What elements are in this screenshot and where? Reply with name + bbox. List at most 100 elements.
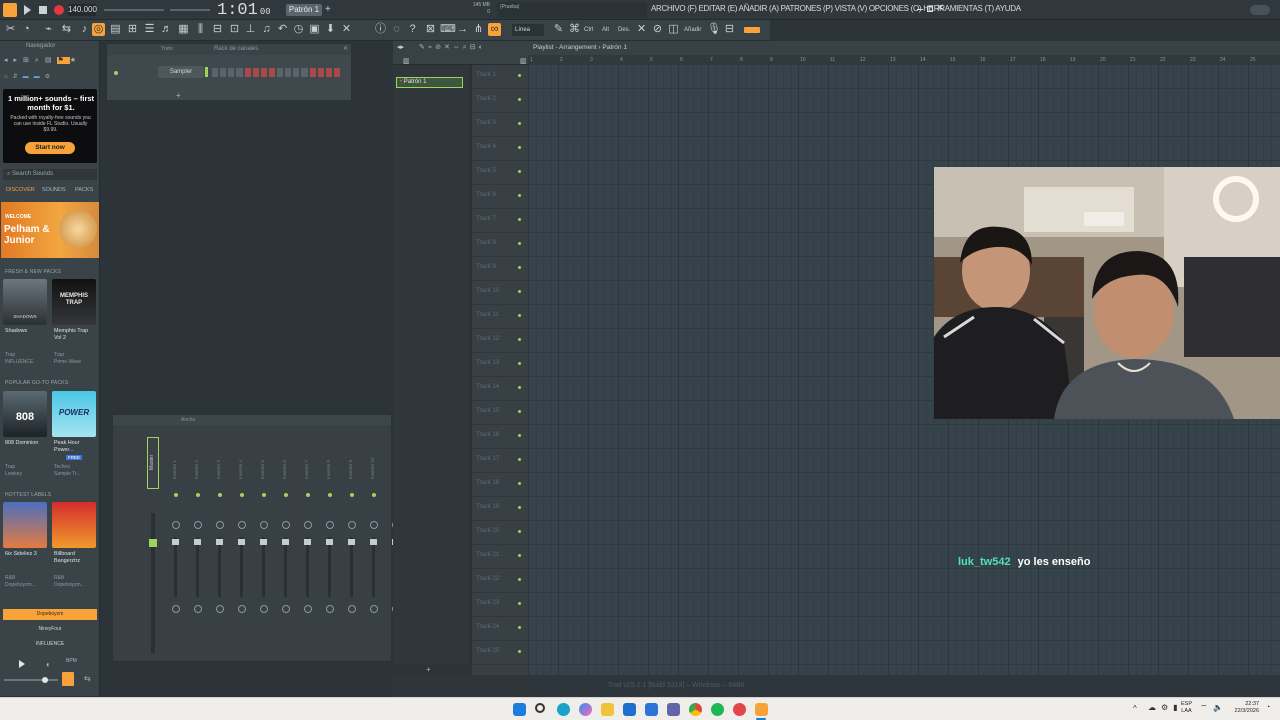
track-mute-led[interactable]: [518, 506, 521, 509]
promo-card[interactable]: 1 million+ sounds – first month for $1. …: [3, 89, 97, 163]
close-button[interactable]: ✕: [936, 3, 944, 14]
label-cover-billboard[interactable]: [52, 502, 96, 548]
track-mute-led[interactable]: [518, 386, 521, 389]
pitch-icon[interactable]: ◌: [390, 23, 403, 36]
alt-label[interactable]: Alt: [602, 27, 609, 33]
track-header[interactable]: Track 10: [472, 281, 528, 305]
track-header[interactable]: Track 1: [472, 65, 528, 89]
track-header[interactable]: Track 7: [472, 209, 528, 233]
insert-led[interactable]: [196, 493, 200, 497]
snap-mode-dropdown[interactable]: Línea: [512, 24, 544, 36]
timeline-ruler[interactable]: 1 2 3 4 5 6 7 8 9 10 11 12 13 14 15 16 17 18 19 20 21 22 23 24 2…: [528, 55, 1280, 65]
minimize-button[interactable]: [917, 9, 923, 10]
track-header[interactable]: Track 21: [472, 545, 528, 569]
mixer-insert-strip[interactable]: Insertar 9: [345, 437, 359, 657]
insert-fader[interactable]: [326, 537, 333, 597]
pattern-item[interactable]: • Patrón 1: [396, 77, 463, 88]
insert-pan-knob[interactable]: [326, 521, 334, 529]
mixer-master-strip[interactable]: Master: [147, 437, 159, 489]
channel-select-indicator[interactable]: [205, 67, 208, 77]
edge-icon[interactable]: [557, 703, 570, 716]
track-mute-led[interactable]: [518, 266, 521, 269]
tab-packs[interactable]: PACKS: [75, 187, 93, 193]
language-indicator[interactable]: ESP LAA: [1181, 701, 1192, 715]
tray-icons[interactable]: ☁⚙▮: [1148, 703, 1183, 712]
track-header[interactable]: Track 18: [472, 473, 528, 497]
insert-fader[interactable]: [348, 537, 355, 597]
insert-volume-knob[interactable]: [326, 605, 334, 613]
file-explorer-icon[interactable]: [601, 703, 614, 716]
mixer-insert-strip[interactable]: Insertar 4: [235, 437, 249, 657]
mixer-insert-strip[interactable]: Insertar 5: [257, 437, 271, 657]
main-menu[interactable]: ARCHIVO (F) EDITAR (E) AÑADIR (A) PATRON…: [651, 4, 1021, 13]
sounds-search-input[interactable]: ⌕ Search Sounds: [3, 169, 97, 180]
track-mute-led[interactable]: [518, 314, 521, 317]
track-mute-led[interactable]: [518, 242, 521, 245]
track-header[interactable]: Track 9: [472, 257, 528, 281]
track-header[interactable]: Track 5: [472, 161, 528, 185]
insert-volume-knob[interactable]: [304, 605, 312, 613]
master-volume-slider[interactable]: [104, 9, 164, 11]
channel-filter[interactable]: Todo: [161, 46, 173, 52]
insert-pan-knob[interactable]: [260, 521, 268, 529]
label-logo-influence[interactable]: INFLUENCE: [3, 641, 97, 647]
accent-toggle-icon[interactable]: ◎: [92, 23, 105, 36]
draw-icon[interactable]: ✎: [552, 23, 565, 36]
track-mute-led[interactable]: [518, 74, 521, 77]
news-icon[interactable]: [1250, 5, 1270, 15]
track-header[interactable]: Track 12: [472, 329, 528, 353]
track-header[interactable]: Track 20: [472, 521, 528, 545]
track-header[interactable]: Track 2: [472, 89, 528, 113]
playlist-icon[interactable]: ☰: [143, 23, 156, 36]
cut-icon[interactable]: ✂: [4, 23, 17, 36]
ctrl-label[interactable]: Ctrl: [584, 27, 593, 33]
mixer-insert-strip[interactable]: Insertar 7: [301, 437, 315, 657]
track-header[interactable]: Track 8: [472, 233, 528, 257]
insert-volume-knob[interactable]: [172, 605, 180, 613]
track-header[interactable]: Track 25: [472, 641, 528, 665]
windows-start-icon[interactable]: [513, 703, 526, 716]
insert-led[interactable]: [350, 493, 354, 497]
paint-icon[interactable]: ⌘: [568, 23, 581, 36]
mixer-insert-strip[interactable]: Insertar 2: [191, 437, 205, 657]
track-mute-led[interactable]: [518, 602, 521, 605]
track-mute-led[interactable]: [518, 530, 521, 533]
track-header[interactable]: Track 14: [472, 377, 528, 401]
insert-led[interactable]: [284, 493, 288, 497]
promo-start-button[interactable]: Start now: [25, 142, 75, 154]
track-header[interactable]: Track 16: [472, 425, 528, 449]
insert-pan-knob[interactable]: [216, 521, 224, 529]
rack-close-icon[interactable]: ✕: [343, 45, 348, 52]
next-icon[interactable]: →: [456, 23, 469, 36]
track-mute-led[interactable]: [518, 482, 521, 485]
insert-volume-knob[interactable]: [348, 605, 356, 613]
pattern-select-icon[interactable]: ⊠: [424, 23, 437, 36]
insert-volume-knob[interactable]: [370, 605, 378, 613]
tab-sounds[interactable]: SOUNDS: [42, 187, 66, 193]
mixer-insert-strip[interactable]: Insertar 10: [367, 437, 381, 657]
preview-play-icon[interactable]: [19, 660, 25, 668]
mixer-icon[interactable]: ⫼: [194, 23, 207, 36]
track-mute-led[interactable]: [518, 122, 521, 125]
track-mute-led[interactable]: [518, 578, 521, 581]
stop-button[interactable]: [39, 6, 47, 14]
calendar-icon[interactable]: [645, 703, 658, 716]
copilot-icon[interactable]: [579, 703, 592, 716]
pack-cover-808[interactable]: 808: [3, 391, 47, 437]
track-mute-led[interactable]: [518, 434, 521, 437]
insert-led[interactable]: [174, 493, 178, 497]
insert-fader[interactable]: [216, 537, 223, 597]
midi-icon[interactable]: ⊟: [723, 23, 736, 36]
maximize-button[interactable]: [927, 6, 933, 12]
preview-stop-icon[interactable]: ◐: [46, 660, 51, 669]
label-logo-nineyfour[interactable]: NineyFour: [3, 626, 97, 632]
insert-fader[interactable]: [238, 537, 245, 597]
pack-cover-shadows[interactable]: SHADOWS: [3, 279, 47, 325]
insert-pan-knob[interactable]: [172, 521, 180, 529]
delete-icon[interactable]: ✕: [635, 23, 648, 36]
pattern-picker-icon[interactable]: ▥: [403, 57, 410, 65]
insert-led[interactable]: [262, 493, 266, 497]
channel-name-button[interactable]: Sampler: [158, 66, 204, 78]
mixer-insert-strip[interactable]: Insertar 8: [323, 437, 337, 657]
insert-pan-knob[interactable]: [282, 521, 290, 529]
